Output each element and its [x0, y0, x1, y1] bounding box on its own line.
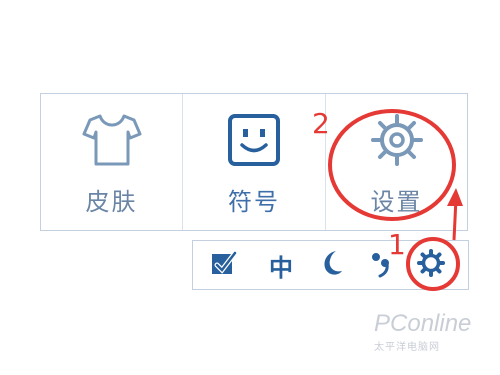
arrow-head — [447, 188, 463, 206]
watermark-brand: PConline — [374, 310, 472, 337]
watermark: PConline 太平洋电脑网 — [374, 310, 494, 370]
step-1-label: 1 — [388, 228, 406, 261]
step-2-label: 2 — [312, 107, 330, 140]
highlight-circle-settings — [328, 109, 456, 221]
highlight-circle-toolbar-gear — [406, 237, 460, 291]
watermark-sub: 太平洋电脑网 — [374, 342, 440, 353]
